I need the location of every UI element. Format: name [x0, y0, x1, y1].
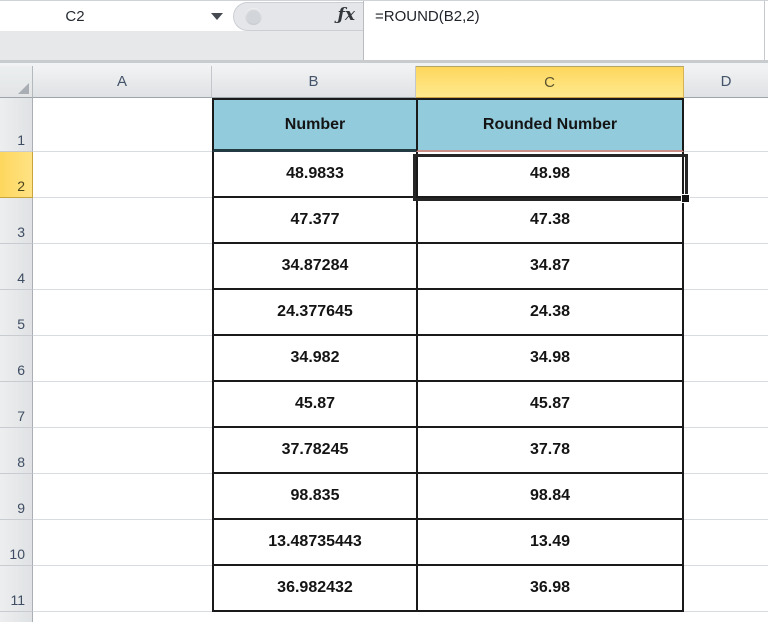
- name-box-dropdown-arrow-icon[interactable]: [211, 13, 223, 20]
- cell-B11[interactable]: 36.982432: [212, 566, 416, 612]
- spreadsheet-app: C2 ƒx =ROUND(B2,2) A B C D 1 Number Rounde…: [0, 0, 768, 622]
- cell-B9[interactable]: 98.835: [212, 474, 416, 520]
- cell-B4[interactable]: 34.87284: [212, 244, 416, 290]
- cell-B1[interactable]: Number: [212, 98, 416, 152]
- cell-C8[interactable]: 37.78: [416, 428, 684, 474]
- row-header-10[interactable]: 10: [0, 520, 33, 566]
- column-header-D[interactable]: D: [684, 66, 768, 98]
- row-header-1[interactable]: 1: [0, 98, 33, 152]
- cell-A7[interactable]: [33, 382, 212, 428]
- formula-bar-right-edge: [764, 1, 765, 61]
- row-header-partial: [0, 612, 33, 622]
- cell-B2[interactable]: 48.9833: [212, 152, 416, 198]
- cell-D11[interactable]: [684, 566, 768, 612]
- fill-handle[interactable]: [681, 194, 690, 203]
- cell-D4[interactable]: [684, 244, 768, 290]
- cell-B8[interactable]: 37.78245: [212, 428, 416, 474]
- cell-D10[interactable]: [684, 520, 768, 566]
- cell-D8[interactable]: [684, 428, 768, 474]
- cell-D1[interactable]: [684, 98, 768, 152]
- formula-bar-splitter: ƒx: [233, 2, 363, 31]
- cell-D5[interactable]: [684, 290, 768, 336]
- cell-D2[interactable]: [684, 152, 768, 198]
- row-header-3[interactable]: 3: [0, 198, 33, 244]
- row-header-6[interactable]: 6: [0, 336, 33, 382]
- cell-C4[interactable]: 34.87: [416, 244, 684, 290]
- select-all-button[interactable]: [0, 66, 33, 98]
- cell-C5[interactable]: 24.38: [416, 290, 684, 336]
- selected-cell-outline: [413, 154, 690, 203]
- name-box-value: C2: [65, 8, 85, 25]
- cell-B5[interactable]: 24.377645: [212, 290, 416, 336]
- column-header-A[interactable]: A: [33, 66, 212, 98]
- cell-D9[interactable]: [684, 474, 768, 520]
- cell-A9[interactable]: [33, 474, 212, 520]
- select-all-triangle-icon: [18, 83, 29, 94]
- cell-C6[interactable]: 34.98: [416, 336, 684, 382]
- cell-A4[interactable]: [33, 244, 212, 290]
- row-header-8[interactable]: 8: [0, 428, 33, 474]
- formula-bar-row: C2 ƒx =ROUND(B2,2): [0, 0, 768, 61]
- name-box-lower-area: [0, 31, 363, 61]
- row-header-7[interactable]: 7: [0, 382, 33, 428]
- cell-B10[interactable]: 13.48735443: [212, 520, 416, 566]
- cell-B6[interactable]: 34.982: [212, 336, 416, 382]
- column-header-B[interactable]: B: [212, 66, 416, 98]
- row-header-4[interactable]: 4: [0, 244, 33, 290]
- column-header-C[interactable]: C: [416, 66, 684, 98]
- cell-C11[interactable]: 36.98: [416, 566, 684, 612]
- formula-bar-divider: [363, 1, 364, 61]
- cell-D6[interactable]: [684, 336, 768, 382]
- cell-A2[interactable]: [33, 152, 212, 198]
- cell-A3[interactable]: [33, 198, 212, 244]
- cell-B7[interactable]: 45.87: [212, 382, 416, 428]
- splitter-handle-icon[interactable]: [245, 8, 262, 25]
- cell-A1[interactable]: [33, 98, 212, 152]
- row-header-5[interactable]: 5: [0, 290, 33, 336]
- cell-A6[interactable]: [33, 336, 212, 382]
- cell-C1[interactable]: Rounded Number: [416, 98, 684, 152]
- row-header-11[interactable]: 11: [0, 566, 33, 612]
- row-header-2[interactable]: 2: [0, 152, 33, 198]
- cell-D7[interactable]: [684, 382, 768, 428]
- cell-D3[interactable]: [684, 198, 768, 244]
- cell-A8[interactable]: [33, 428, 212, 474]
- row-header-9[interactable]: 9: [0, 474, 33, 520]
- cell-C3[interactable]: 47.38: [416, 198, 684, 244]
- cell-A5[interactable]: [33, 290, 212, 336]
- cell-C7[interactable]: 45.87: [416, 382, 684, 428]
- formula-input[interactable]: =ROUND(B2,2): [375, 2, 480, 31]
- cell-A11[interactable]: [33, 566, 212, 612]
- cell-C9[interactable]: 98.84: [416, 474, 684, 520]
- insert-function-button[interactable]: ƒx: [338, 5, 355, 25]
- name-box[interactable]: C2: [0, 2, 205, 31]
- cell-B3[interactable]: 47.377: [212, 198, 416, 244]
- cell-A10[interactable]: [33, 520, 212, 566]
- cell-C10[interactable]: 13.49: [416, 520, 684, 566]
